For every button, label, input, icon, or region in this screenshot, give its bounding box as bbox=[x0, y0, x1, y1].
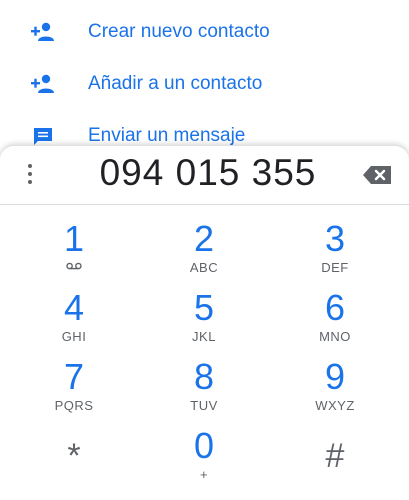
key-3[interactable]: 3 DEF bbox=[280, 220, 390, 284]
create-new-contact-label: Crear nuevo contacto bbox=[88, 21, 270, 42]
key-7[interactable]: 7 PQRS bbox=[19, 358, 129, 422]
key-0[interactable]: 0 + bbox=[149, 427, 259, 491]
more-vert-icon[interactable] bbox=[22, 156, 38, 192]
backspace-icon[interactable] bbox=[362, 163, 394, 187]
add-to-contact-item[interactable]: Añadir a un contacto bbox=[0, 58, 409, 110]
send-message-label: Enviar un mensaje bbox=[88, 125, 246, 146]
key-4[interactable]: 4 GHI bbox=[19, 289, 129, 353]
key-6[interactable]: 6 MNO bbox=[280, 289, 390, 353]
number-display-row: 094 015 355 bbox=[0, 146, 409, 204]
key-9[interactable]: 9 WXYZ bbox=[280, 358, 390, 422]
send-message-item[interactable]: Enviar un mensaje bbox=[0, 110, 409, 146]
contact-actions-list: Crear nuevo contacto Añadir a un contact… bbox=[0, 0, 409, 146]
add-to-contact-label: Añadir a un contacto bbox=[88, 73, 263, 94]
add-person-icon bbox=[31, 22, 54, 41]
key-5[interactable]: 5 JKL bbox=[149, 289, 259, 353]
key-hash[interactable]: # bbox=[280, 427, 390, 491]
create-new-contact-item[interactable]: Crear nuevo contacto bbox=[0, 6, 409, 58]
key-star[interactable]: * bbox=[19, 427, 129, 491]
message-icon bbox=[34, 128, 52, 145]
voicemail-icon bbox=[66, 262, 82, 270]
dialer-sheet: 094 015 355 1 2 ABC 3 DEF 4 GHI 5 JKL 6 … bbox=[0, 146, 409, 500]
add-person-icon bbox=[31, 74, 54, 93]
dialed-number[interactable]: 094 015 355 bbox=[58, 152, 358, 194]
key-1[interactable]: 1 bbox=[19, 220, 129, 284]
key-2[interactable]: 2 ABC bbox=[149, 220, 259, 284]
divider bbox=[0, 204, 409, 205]
key-8[interactable]: 8 TUV bbox=[149, 358, 259, 422]
